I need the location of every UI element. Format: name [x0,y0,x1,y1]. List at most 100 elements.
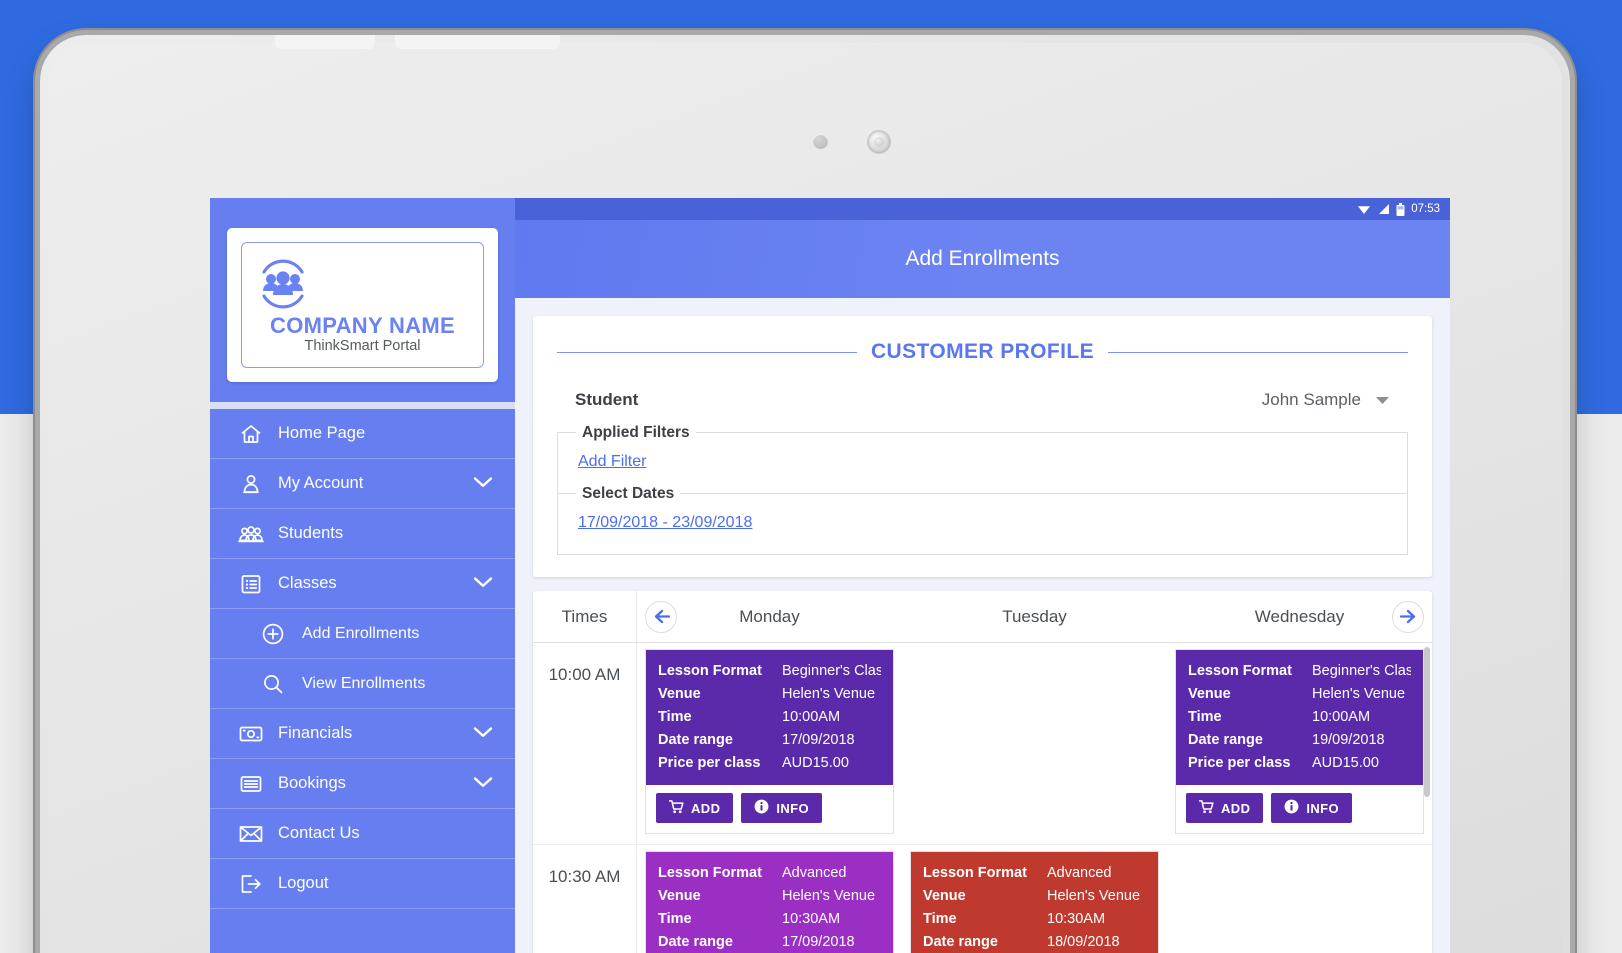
company-name: COMPANY NAME [270,313,455,338]
sidebar-item-label: Financials [278,724,353,742]
class-event-details: Lesson Format Advanced Venue Helen's Venue T… [646,852,893,953]
sidebar-item-logout[interactable]: Logout [210,859,515,909]
chevron-down-icon[interactable] [473,574,493,593]
time-slot-label: 10:30 AM [533,845,637,953]
schedule-cell: Lesson Format Advanced Venue Helen's Venue T… [902,845,1167,953]
customer-profile-title-row: CUSTOMER PROFILE [557,340,1408,364]
sidebar-item-view-enrollments[interactable]: View Enrollments [210,659,515,709]
day-label: Wednesday [1254,606,1345,626]
sidebar-item-bookings[interactable]: Bookings [210,759,515,809]
schedule-cell: Lesson Format Advanced Venue Helen's Venue T… [637,845,902,953]
class-event-card[interactable]: Lesson Format Advanced Venue Helen's Venue T… [910,851,1159,953]
device-top-notch-right [395,35,560,49]
add-button-label: ADD [691,800,721,816]
times-column-header: Times [533,591,637,642]
schedule-row: 10:00 AM Lesson Format Beginner's Classes V… [533,643,1432,845]
device-top-notch-left [275,35,375,49]
class-field-label: Time [658,709,692,725]
tablet-device-frame: COMPANY NAME ThinkSmart Portal Home Page… [40,35,1570,953]
sidebar-item-label: Students [278,524,344,542]
sidebar-item-add-enrollments[interactable]: Add Enrollments [210,609,515,659]
schedule-row: 10:30 AM Lesson Format Advanced Venue Helen'… [533,845,1432,953]
plus-circle-icon [260,621,286,647]
class-field-label: Price per class [1188,755,1291,771]
chevron-down-icon[interactable] [473,774,493,793]
class-field-time: Time 10:00AM [1188,706,1411,729]
class-field-value: AUD15.00 [1312,755,1379,771]
arrow-left-icon [653,609,670,624]
cart-icon [1198,799,1214,817]
info-button[interactable]: INFO [1271,793,1353,823]
day-column-header-monday: Monday [637,591,902,642]
class-event-card[interactable]: Lesson Format Beginner's Classes Venue Hele… [1175,649,1424,834]
title-rule-left [557,351,857,353]
class-field-value: Advanced [782,865,847,881]
class-field-label: Lesson Format [658,663,762,679]
next-week-button[interactable] [1392,600,1424,633]
add-to-cart-button[interactable]: ADD [656,793,734,823]
front-camera-icon [868,131,890,153]
class-field-date-range: Date range 17/09/2018 [658,729,881,752]
chevron-down-icon[interactable] [473,724,493,743]
sidebar-item-my-account[interactable]: My Account [210,459,515,509]
add-to-cart-button[interactable]: ADD [1186,793,1264,823]
sidebar-divider [210,402,515,409]
info-icon [1284,799,1299,817]
class-field-value: 19/09/2018 [1312,732,1385,748]
status-bar-clock: 07:53 [1411,203,1440,215]
class-field-label: Date range [658,934,733,950]
schedule-scrollbar[interactable] [1424,647,1430,797]
arrow-right-icon [1399,609,1417,624]
android-status-bar: 07:53 [515,198,1450,220]
class-event-details: Lesson Format Beginner's Classes Venue Hele… [646,650,893,785]
info-button-label: INFO [1306,800,1340,816]
day-label: Tuesday [1002,606,1067,626]
date-range-link[interactable]: 17/09/2018 - 23/09/2018 [578,514,752,532]
class-field-value: 17/09/2018 [782,934,855,950]
class-event-details: Lesson Format Beginner's Classes Venue Hele… [1176,650,1423,785]
class-field-venue: Venue Helen's Venue [658,683,881,706]
logout-icon [238,872,264,896]
customer-profile-card: CUSTOMER PROFILE Student John Sample App… [533,316,1432,577]
class-field-value: Advanced [1047,865,1112,881]
signal-icon [1377,203,1390,215]
class-field-label: Venue [658,686,701,702]
class-field-label: Lesson Format [923,865,1027,881]
time-slot-label: 10:00 AM [533,643,637,844]
sidebar-item-students[interactable]: Students [210,509,515,559]
class-field-label: Time [1188,709,1222,725]
add-filter-link[interactable]: Add Filter [578,453,646,471]
class-field-value: Helen's Venue [782,686,876,702]
envelope-icon [238,823,264,845]
class-field-value: 10:30AM [1047,911,1106,927]
home-icon [238,422,264,446]
student-dropdown[interactable]: John Sample [1262,390,1390,410]
previous-week-button[interactable] [645,600,677,633]
class-field-lesson-format: Lesson Format Beginner's Classes [658,660,881,683]
student-selected-value: John Sample [1261,390,1361,409]
class-field-value: AUD15.00 [782,755,849,771]
class-event-card[interactable]: Lesson Format Beginner's Classes Venue Hele… [645,649,894,834]
class-field-date-range: Date range 19/09/2018 [1188,729,1411,752]
sidebar-item-classes[interactable]: Classes [210,559,515,609]
students-icon [238,522,264,546]
class-field-value: 18/09/2018 [1047,934,1120,950]
info-button[interactable]: INFO [741,793,823,823]
class-field-label: Venue [923,888,966,904]
main-region: 07:53 Add Enrollments CUSTOMER PROFILE S… [515,198,1450,953]
sidebar-item-home-page[interactable]: Home Page [210,409,515,459]
sidebar-item-contact-us[interactable]: Contact Us [210,809,515,859]
chevron-down-icon[interactable] [473,474,493,493]
add-button-label: ADD [1221,800,1251,816]
class-schedule-card: Times Monday Tuesday Wednesday 10:00 AM … [533,591,1432,953]
class-field-label: Venue [658,888,701,904]
class-event-card[interactable]: Lesson Format Advanced Venue Helen's Venue T… [645,851,894,953]
cart-icon [668,799,684,817]
battery-icon [1396,202,1405,216]
select-dates-fieldset: Select Dates 17/09/2018 - 23/09/2018 [557,485,1408,555]
class-field-date-range: Date range 17/09/2018 [658,931,881,953]
sidebar-nav: COMPANY NAME ThinkSmart Portal Home Page… [210,198,515,953]
class-field-lesson-format: Lesson Format Advanced [658,862,881,885]
sidebar-item-financials[interactable]: Financials [210,709,515,759]
class-field-label: Date range [923,934,998,950]
